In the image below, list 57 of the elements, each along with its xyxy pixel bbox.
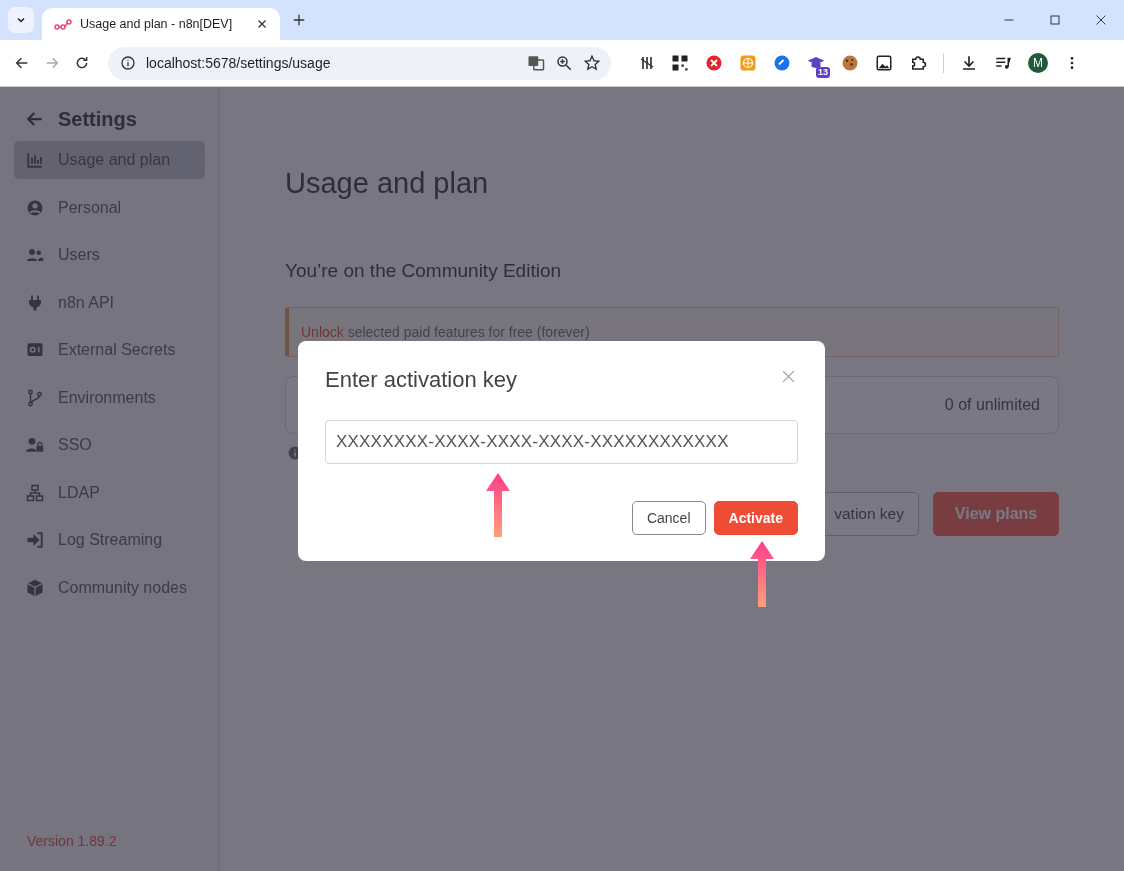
sidebar-item[interactable]: n8n API <box>14 283 205 322</box>
close-icon[interactable] <box>256 18 268 30</box>
sidebar-item[interactable]: Personal <box>14 188 205 227</box>
version-text: Version 1.89.2 <box>26 833 118 849</box>
edition-heading: You’re on the Community Edition <box>285 260 562 282</box>
bar-chart-icon <box>26 151 44 169</box>
back-arrow-icon[interactable] <box>26 110 44 128</box>
sidebar-title: Settings <box>58 107 137 131</box>
image-icon[interactable] <box>875 54 893 72</box>
puzzle-icon[interactable] <box>909 54 927 72</box>
view-plans-button[interactable]: View plans <box>933 492 1059 536</box>
sidebar-item[interactable]: Users <box>14 236 205 274</box>
network-icon <box>26 483 44 502</box>
close-icon[interactable] <box>1095 14 1107 26</box>
branch-icon <box>26 388 44 407</box>
activate-button[interactable]: Activate <box>713 501 798 535</box>
users-icon <box>26 246 44 264</box>
tab-title: Usage and plan - n8n[DEV] <box>80 17 234 31</box>
cookie-icon[interactable] <box>841 54 859 72</box>
sidebar-item[interactable]: Community nodes <box>14 568 205 607</box>
star-icon[interactable] <box>583 54 601 72</box>
user-circle-icon <box>26 198 44 217</box>
back-icon[interactable] <box>14 55 30 71</box>
up-arrow <box>485 472 511 538</box>
unlock-link[interactable]: Unlock <box>301 324 344 340</box>
info-icon[interactable] <box>120 55 136 71</box>
zoom-icon[interactable] <box>555 54 573 72</box>
plug-icon <box>26 293 44 312</box>
sidebar-item[interactable]: SSO <box>14 426 205 464</box>
activation-key-field[interactable]: XXXXXXXX-XXXX-XXXX-XXXX-XXXXXXXXXXXX <box>325 420 798 464</box>
download-icon[interactable] <box>960 54 978 72</box>
cancel-button[interactable]: Cancel <box>631 501 706 535</box>
link-icon[interactable] <box>773 54 791 72</box>
sidebar-item[interactable]: External Secrets <box>14 331 205 369</box>
usage-value: 0 of unlimited <box>944 396 1040 414</box>
safe-icon <box>26 341 44 359</box>
browser-tab[interactable]: Usage and plan - n8n[DEV] <box>42 8 280 40</box>
plus-icon[interactable] <box>292 13 306 27</box>
sidebar-item[interactable]: Environments <box>14 378 205 417</box>
nodes-icon <box>54 18 72 30</box>
profile-avatar[interactable]: M <box>1028 53 1048 73</box>
address-bar[interactable]: localhost:5678/settings/usage <box>108 46 611 80</box>
translate-icon[interactable] <box>527 54 545 72</box>
sign-in-icon <box>26 531 44 549</box>
cube-icon <box>26 578 44 597</box>
extension-badge: 13 <box>816 67 830 78</box>
maximize-icon[interactable] <box>1049 14 1061 26</box>
url-text: localhost:5678/settings/usage <box>146 55 332 71</box>
user-lock-icon <box>26 436 44 454</box>
up-arrow <box>749 540 775 608</box>
sidebar-item[interactable]: Log Streaming <box>14 521 205 559</box>
reload-icon[interactable] <box>74 55 90 71</box>
qr-code-icon[interactable] <box>671 54 689 72</box>
sidebar-item[interactable]: LDAP <box>14 473 205 512</box>
dialog-title: Enter activation key <box>325 367 517 393</box>
page-title: Usage and plan <box>285 167 490 200</box>
error-icon[interactable] <box>705 54 723 72</box>
